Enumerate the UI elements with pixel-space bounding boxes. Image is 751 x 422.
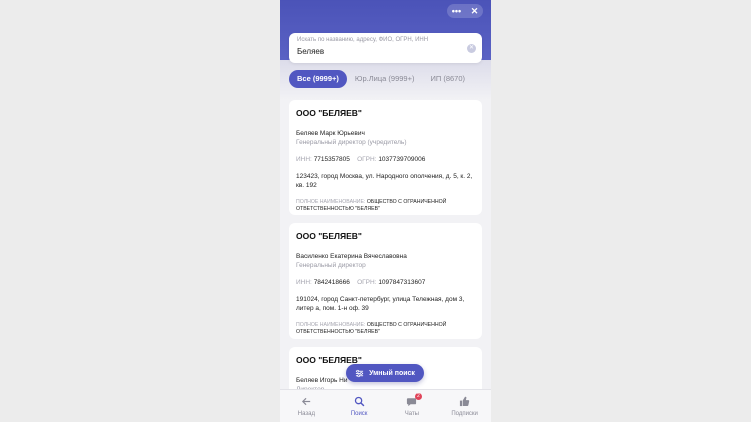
search-icon bbox=[354, 396, 365, 407]
ogrn-value: 1037739709006 bbox=[378, 156, 426, 163]
phone-screen: ••• ✕ Искать по названию, адресу, ФИО, О… bbox=[280, 0, 491, 422]
company-ids: ИНН: 7715357805 ОГРН: 1037739709006 bbox=[296, 156, 475, 163]
company-role: Генеральный директор bbox=[296, 262, 366, 269]
clear-icon[interactable]: ✕ bbox=[467, 44, 476, 53]
bottom-tabbar: Назад Поиск 2 Чаты Подписки bbox=[280, 389, 491, 422]
tab-all[interactable]: Все (9999+) bbox=[289, 70, 347, 88]
ogrn-label: ОГРН: bbox=[357, 156, 377, 163]
filter-tabs: Все (9999+) Юр.Лица (9999+) ИП (8670) bbox=[289, 70, 485, 88]
company-full-name: ПОЛНОЕ НАИМЕНОВАНИЕ: ОБЩЕСТВО С ОГРАНИЧЕ… bbox=[296, 199, 475, 213]
company-person: Беляев Марк Юрьевич bbox=[296, 130, 365, 137]
search-value[interactable]: Беляев bbox=[297, 47, 474, 56]
thumbs-up-icon bbox=[460, 396, 470, 407]
full-name-label: ПОЛНОЕ НАИМЕНОВАНИЕ: bbox=[296, 322, 366, 328]
company-card[interactable]: ООО "БЕЛЯЕВ" Василенко Екатерина Вячесла… bbox=[289, 223, 482, 339]
arrow-left-icon bbox=[301, 397, 311, 406]
tabbar-label: Поиск bbox=[350, 410, 368, 417]
filter-sliders-icon bbox=[355, 369, 364, 377]
tabbar-item-search[interactable]: Поиск bbox=[334, 396, 384, 417]
ogrn-label: ОГРН: bbox=[357, 279, 377, 286]
company-address: 191024, город Санкт-петербург, улица Тел… bbox=[296, 296, 465, 312]
company-title: ООО "БЕЛЯЕВ" bbox=[296, 231, 362, 241]
ogrn-value: 1097847313607 bbox=[378, 279, 426, 286]
company-full-name: ПОЛНОЕ НАИМЕНОВАНИЕ: ОБЩЕСТВО С ОГРАНИЧЕ… bbox=[296, 322, 475, 336]
full-name-label: ПОЛНОЕ НАИМЕНОВАНИЕ: bbox=[296, 199, 366, 205]
search-placeholder: Искать по названию, адресу, ФИО, ОГРН, И… bbox=[297, 37, 429, 43]
more-icon[interactable]: ••• bbox=[452, 4, 461, 18]
inn-value: 7842418666 bbox=[313, 279, 350, 286]
tab-legal-entities[interactable]: Юр.Лица (9999+) bbox=[347, 70, 423, 88]
chat-badge: 2 bbox=[414, 392, 422, 400]
tabbar-item-chats[interactable]: 2 Чаты bbox=[387, 392, 437, 417]
close-icon[interactable]: ✕ bbox=[471, 4, 479, 18]
inn-label: ИНН: bbox=[296, 156, 312, 163]
company-person: Василенко Екатерина Вячеславовна bbox=[296, 253, 407, 260]
company-title: ООО "БЕЛЯЕВ" bbox=[296, 108, 362, 118]
smart-search-label: Умный поиск bbox=[369, 369, 415, 377]
tabbar-label: Подписки bbox=[451, 410, 478, 417]
search-input[interactable]: Искать по названию, адресу, ФИО, ОГРН, И… bbox=[289, 33, 482, 63]
tab-individual-entrepreneurs[interactable]: ИП (8670) bbox=[422, 70, 473, 88]
tabbar-label: Чаты bbox=[404, 410, 419, 417]
tabbar-item-back[interactable]: Назад bbox=[281, 396, 331, 417]
company-role: Генеральный директор (учредитель) bbox=[296, 139, 407, 146]
inn-value: 7715357805 bbox=[313, 156, 350, 163]
company-ids: ИНН: 7842418666 ОГРН: 1097847313607 bbox=[296, 279, 475, 286]
company-address: 123423, город Москва, ул. Народного опол… bbox=[296, 173, 473, 189]
tabbar-label: Назад bbox=[297, 410, 315, 417]
inn-label: ИНН: bbox=[296, 279, 312, 286]
miniapp-controls: ••• ✕ bbox=[447, 4, 483, 18]
smart-search-button[interactable]: Умный поиск bbox=[346, 364, 424, 382]
company-card[interactable]: ООО "БЕЛЯЕВ" Беляев Марк Юрьевич Генерал… bbox=[289, 100, 482, 215]
tabbar-item-subscriptions[interactable]: Подписки bbox=[440, 396, 490, 417]
